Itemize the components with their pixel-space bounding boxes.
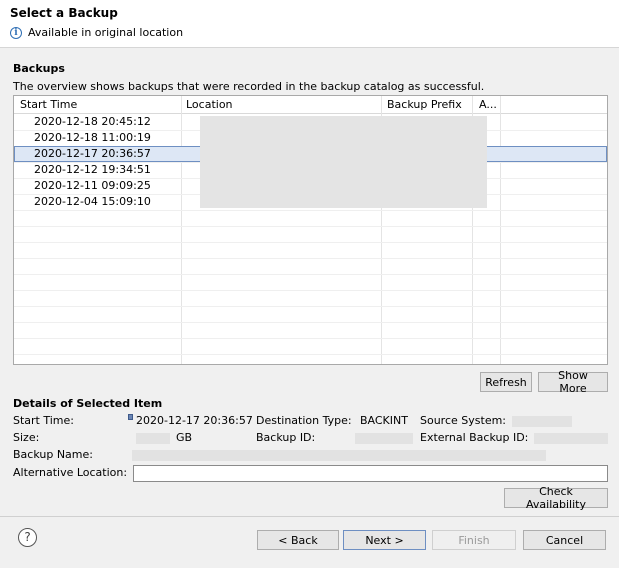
column-start-time[interactable]: Start Time	[20, 98, 77, 111]
row-line	[14, 258, 607, 259]
alternative-location-label: Alternative Location:	[13, 466, 128, 479]
alternative-location-input[interactable]	[133, 465, 608, 482]
column-backup-prefix[interactable]: Backup Prefix	[387, 98, 462, 111]
row-line	[14, 210, 607, 211]
refresh-button[interactable]: Refresh	[480, 372, 532, 392]
redacted-backup-id	[355, 433, 413, 444]
column-availability[interactable]: A...	[479, 98, 497, 111]
backup-name-label: Backup Name:	[13, 448, 93, 461]
row-start-time: 2020-12-12 19:34:51	[34, 163, 151, 176]
row-line	[14, 354, 607, 355]
redacted-backup-name	[132, 450, 546, 461]
show-more-button[interactable]: Show More	[538, 369, 608, 395]
row-line	[14, 242, 607, 243]
row-line	[14, 226, 607, 227]
wizard-header: Select a Backup i Available in original …	[0, 0, 619, 48]
row-start-time: 2020-12-11 09:09:25	[34, 179, 151, 192]
start-time-value: 2020-12-17 20:36:57	[136, 414, 253, 427]
back-button[interactable]: < Back	[257, 530, 339, 550]
next-button[interactable]: Next >	[343, 530, 426, 550]
row-line	[14, 306, 607, 307]
row-line	[14, 274, 607, 275]
cancel-button[interactable]: Cancel	[523, 530, 606, 550]
check-availability-button[interactable]: Check Availability	[504, 485, 608, 511]
destination-type-label: Destination Type:	[256, 414, 352, 427]
question-icon[interactable]: ?	[18, 528, 37, 547]
finish-button: Finish	[432, 530, 516, 550]
row-line	[14, 322, 607, 323]
column-location[interactable]: Location	[186, 98, 233, 111]
source-system-label: Source System:	[420, 414, 507, 427]
document-icon	[128, 414, 133, 420]
table-header: Start Time Location Backup Prefix A...	[14, 96, 607, 114]
redacted-size	[136, 433, 170, 444]
destination-type-value: BACKINT	[360, 414, 408, 427]
backups-description: The overview shows backups that were rec…	[13, 80, 485, 93]
row-start-time: 2020-12-17 20:36:57	[34, 147, 151, 160]
backup-id-label: Backup ID:	[256, 431, 316, 444]
info-text: Available in original location	[28, 26, 184, 39]
info-message: i Available in original location	[10, 26, 183, 39]
row-start-time: 2020-12-18 11:00:19	[34, 131, 151, 144]
size-unit: GB	[176, 431, 193, 444]
page-title: Select a Backup	[10, 6, 118, 20]
redacted-location-area	[200, 116, 487, 208]
redacted-source-system	[512, 416, 572, 427]
size-label: Size:	[13, 431, 40, 444]
info-icon: i	[10, 26, 22, 39]
details-section-title: Details of Selected Item	[13, 397, 163, 410]
row-start-time: 2020-12-18 20:45:12	[34, 115, 151, 128]
backups-section-title: Backups	[13, 62, 65, 75]
row-start-time: 2020-12-04 15:09:10	[34, 195, 151, 208]
backups-table[interactable]: Start Time Location Backup Prefix A... 2…	[13, 95, 608, 365]
row-line	[14, 290, 607, 291]
row-line	[14, 338, 607, 339]
footer-separator	[0, 516, 619, 517]
start-time-label: Start Time:	[13, 414, 74, 427]
external-backup-id-label: External Backup ID:	[420, 431, 529, 444]
redacted-external-backup-id	[534, 433, 608, 444]
